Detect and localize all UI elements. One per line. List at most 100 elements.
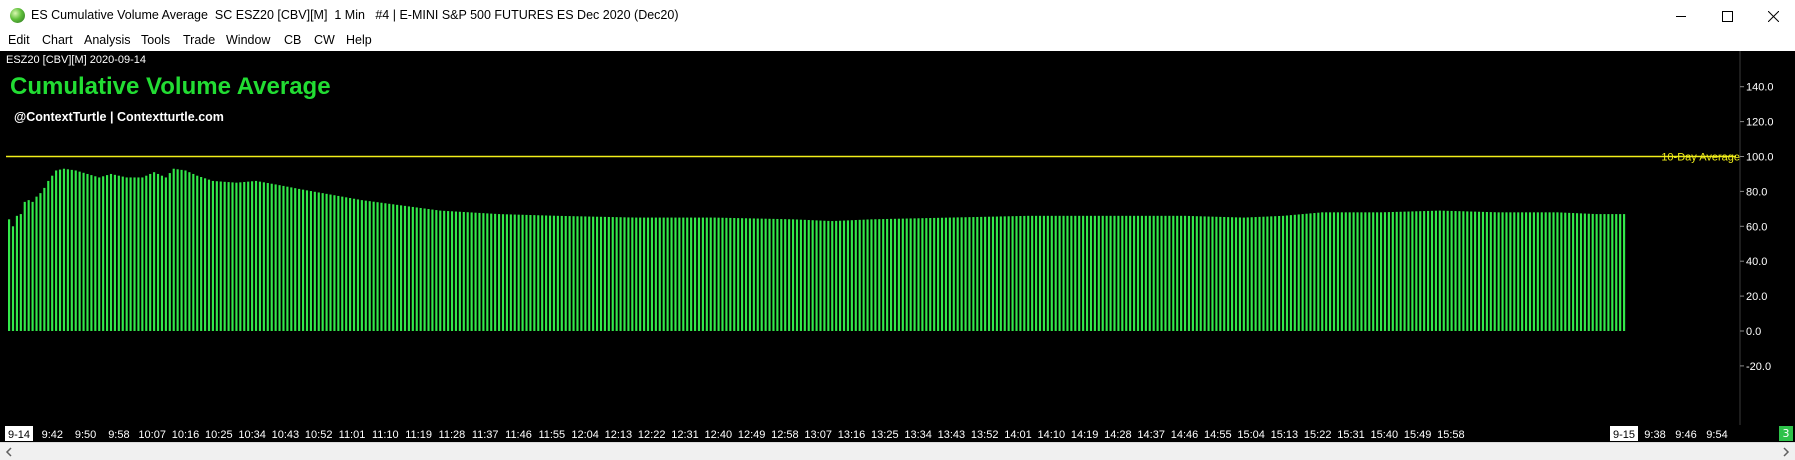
menu-analysis[interactable]: Analysis [84,33,131,47]
volume-bar [917,218,920,331]
volume-bar [823,220,826,331]
volume-bar [98,177,101,331]
volume-bar [298,188,301,331]
volume-bar [701,217,704,331]
volume-bar [1607,214,1610,331]
volume-bar [74,170,77,331]
volume-bar [1564,212,1567,331]
volume-bar [968,217,971,331]
volume-bar [1113,215,1116,331]
volume-bar [1489,212,1492,331]
scroll-right-icon[interactable] [1779,445,1793,459]
volume-bar [145,175,148,331]
minimize-icon[interactable] [1658,0,1704,32]
volume-bar [1297,214,1300,331]
volume-bar [153,172,156,331]
volume-bar [929,218,932,331]
x-tick-label: 11:28 [439,429,466,441]
volume-bar [858,219,861,331]
volume-bar [631,217,634,331]
volume-bar [1183,215,1187,331]
volume-bar [1532,212,1535,331]
volume-bar [1528,212,1532,331]
x-tick-label: 13:25 [871,429,899,441]
volume-bar [1376,212,1379,331]
menu-window[interactable]: Window [226,33,270,47]
volume-bar [662,217,665,331]
volume-bar [1238,217,1242,331]
volume-bar [109,173,113,331]
volume-bar [650,217,654,331]
x-tick-label: 9:42 [42,429,63,441]
volume-bar [615,217,618,331]
volume-bar [35,196,38,331]
volume-bar [454,211,458,331]
volume-bar [1195,216,1198,331]
x-tick-label: 9:38 [1644,429,1665,441]
menu-tools[interactable]: Tools [141,33,170,47]
menu-cw[interactable]: CW [314,33,335,47]
volume-bar [1552,212,1555,331]
menu-cb[interactable]: CB [284,33,301,47]
volume-bar [47,180,50,331]
x-tick-label: 15:58 [1437,429,1465,441]
volume-bar [568,216,571,331]
volume-bar [627,217,630,331]
volume-bar [1544,212,1547,331]
chart-area[interactable]: 10-Day Average 140.0 120.0 100.0 80.0 60.0 40… [0,51,1795,425]
chart-heading: Cumulative Volume Average [10,73,331,100]
volume-bar [423,208,426,331]
maximize-icon[interactable] [1704,0,1750,32]
volume-bar [1140,215,1144,331]
volume-bar [1242,217,1245,331]
volume-bar [1172,215,1175,331]
volume-bar [948,217,951,331]
volume-bar [1144,215,1147,331]
volume-bar [850,220,853,331]
volume-bar [1509,212,1512,331]
volume-bar [1466,211,1469,331]
title-bar[interactable]: ES Cumulative Volume Average SC ESZ20 [C… [0,0,1795,32]
x-tick-label: 13:34 [904,429,932,441]
volume-bar [1434,210,1437,331]
volume-bar [309,191,312,331]
volume-bar [447,211,450,331]
volume-bar [1274,216,1277,331]
volume-bar [639,217,642,331]
close-icon[interactable] [1750,0,1795,32]
volume-bar [55,170,58,331]
volume-bar [90,175,93,331]
volume-bar [125,177,128,331]
corner-badge[interactable]: 3 [1779,426,1793,441]
volume-bar [1085,215,1089,331]
volume-bar [1136,215,1140,331]
volume-bar [921,218,924,331]
menu-chart[interactable]: Chart [42,33,73,47]
volume-bar [1395,211,1398,331]
volume-bar [525,214,528,331]
horizontal-scrollbar[interactable] [0,442,1795,460]
y-tick-label: 120.0 [1746,117,1774,129]
volume-bar [893,218,897,331]
volume-bar [960,217,963,331]
volume-bar [1493,212,1496,331]
menu-help[interactable]: Help [346,33,372,47]
volume-bar [1231,217,1234,331]
volume-bar [1623,214,1626,331]
volume-bar [352,198,356,331]
volume-bar [325,193,328,331]
volume-bar [619,217,622,331]
volume-bar [317,192,320,331]
volume-bar [807,220,810,331]
volume-bar [419,207,422,331]
volume-bar [1411,211,1414,331]
menu-edit[interactable]: Edit [8,33,30,47]
volume-bar [1191,216,1194,331]
volume-bar [1093,215,1096,331]
volume-bar [548,215,552,331]
volume-bar [862,219,865,331]
volume-bar [294,188,297,331]
menu-trade[interactable]: Trade [183,33,215,47]
volume-bar [251,181,254,331]
scroll-left-icon[interactable] [2,445,16,459]
